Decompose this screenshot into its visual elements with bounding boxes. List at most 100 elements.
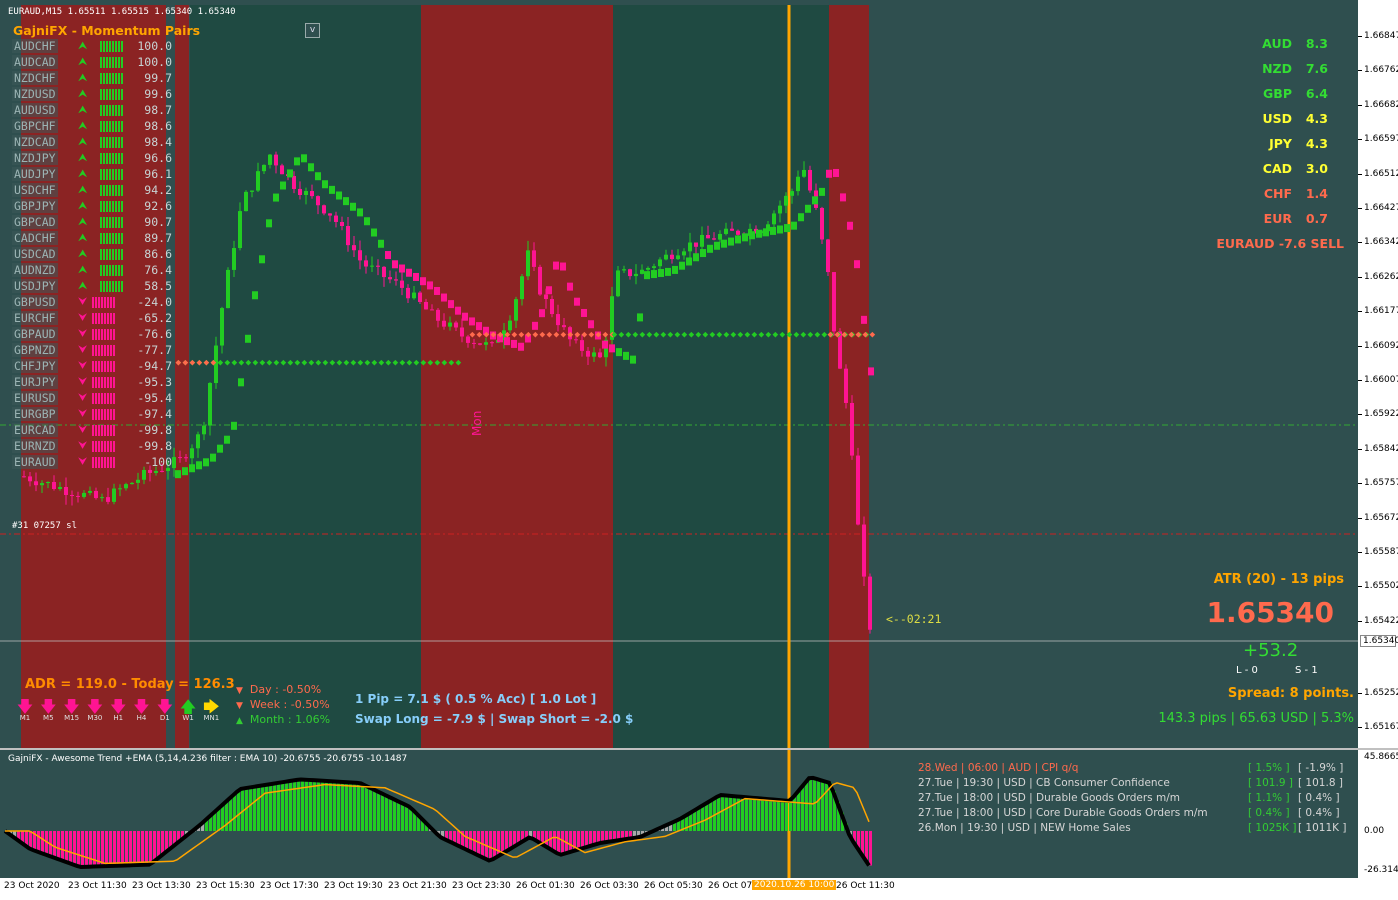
bear-zone <box>829 5 869 749</box>
histogram-bar <box>861 831 864 854</box>
trend-ma-block <box>203 458 209 467</box>
candle-body <box>412 292 416 299</box>
bear-zone <box>175 5 189 749</box>
histogram-bar <box>781 800 784 831</box>
news-row: 27.Tue | 18:00 | USD | Core Durable Good… <box>918 807 1208 819</box>
strength-bars <box>92 313 116 324</box>
strength-bars <box>100 89 124 100</box>
price-tick-mark <box>1358 173 1362 175</box>
pair-name: USDJPY <box>12 279 58 293</box>
trend-ma-block <box>434 286 440 295</box>
price-tick-mark <box>1358 345 1362 347</box>
main-chart[interactable]: EURAUD,M15 1.65511 1.65515 1.65340 1.653… <box>0 0 1398 749</box>
candle-body <box>220 308 224 346</box>
trend-ma-block <box>714 241 720 250</box>
pair-value: 99.6 <box>144 87 172 101</box>
currency-value: 4.3 <box>1305 136 1328 151</box>
trend-ma-block <box>189 464 195 473</box>
news-row: 26.Mon | 19:30 | USD | NEW Home Sales <box>918 822 1131 834</box>
adr-label: ADR = 119.0 - Today = 126.3 <box>25 677 235 692</box>
candle-body <box>172 457 176 469</box>
histogram-bar <box>105 831 108 867</box>
atr-label: ATR (20) - 13 pips <box>1213 572 1344 587</box>
histogram-bar <box>809 778 812 831</box>
histogram-bar <box>697 808 700 831</box>
strength-bars <box>100 105 124 116</box>
candle-body <box>94 490 98 499</box>
histogram-bar <box>321 780 324 831</box>
arrow-down-icon: ⮟ <box>78 327 88 340</box>
trend-ma-block <box>791 221 797 230</box>
candle-body <box>850 402 854 456</box>
histogram-bar <box>729 795 732 831</box>
price-tick: 1.66092 <box>1364 340 1398 351</box>
histogram-bar <box>25 831 28 846</box>
candle-body <box>448 322 452 327</box>
candle-body <box>490 342 494 344</box>
news-currency: USD <box>1003 777 1026 789</box>
candle-body <box>232 248 236 270</box>
candle-body <box>190 448 194 459</box>
candle-body <box>136 479 140 483</box>
currency-code: CHF <box>1263 186 1292 201</box>
histogram-bar <box>789 800 792 831</box>
arrow-up-icon: ⮝ <box>78 183 88 196</box>
news-forecast: [ 0.4% ] <box>1248 807 1290 819</box>
currency-code: GBP <box>1263 86 1292 101</box>
timeframe-indicator: 🡇 M1 <box>15 699 35 723</box>
candle-body <box>658 259 662 267</box>
trend-ma-block <box>294 157 300 166</box>
candle-body <box>472 342 476 344</box>
histogram-bar <box>117 831 120 866</box>
awesome-trend-pane[interactable]: GajniFX - Awesome Trend +EMA (5,14,4.236… <box>0 750 1398 878</box>
price-tick-mark <box>1358 727 1362 728</box>
candle-body <box>466 336 470 343</box>
time-axis[interactable]: 23 Oct 2020 23 Oct 11:30 23 Oct 13:30 23 Oc… <box>0 878 1398 900</box>
candle-body <box>40 483 44 486</box>
price-tick-mark <box>1358 242 1362 244</box>
menu-toggle-button[interactable]: v <box>305 23 320 38</box>
candle-body <box>388 277 392 280</box>
arrow-up-icon: ⮝ <box>78 71 88 84</box>
price-chart-canvas[interactable] <box>0 0 1358 749</box>
pair-row: NZDCHF ⮝ 99.7 <box>12 71 172 86</box>
trend-ma-block <box>819 187 825 196</box>
trend-ma-block <box>812 196 818 205</box>
candle-body <box>58 486 62 490</box>
strength-bars <box>100 217 124 228</box>
pair-value: 96.1 <box>144 167 172 181</box>
bid-price-tag: 1.65340 <box>1360 635 1398 647</box>
trend-ma-block <box>700 249 706 258</box>
pair-row: USDCAD ⮝ 86.6 <box>12 247 172 262</box>
strength-bars <box>100 57 124 68</box>
news-previous: [ 0.4% ] <box>1298 792 1340 804</box>
price-tick-mark <box>1358 414 1362 416</box>
arrow-down-icon: ⮟ <box>78 391 88 404</box>
news-forecast: [ 1.5% ] <box>1248 762 1290 774</box>
strength-bars <box>92 329 116 340</box>
pair-row: USDJPY ⮝ 58.5 <box>12 279 172 294</box>
price-axis[interactable]: 1.66847 1.66762 1.66682 1.66597 1.66512 1.664… <box>1358 0 1398 766</box>
bear-zone <box>421 5 613 749</box>
arrow-down-icon: ⮟ <box>78 423 88 436</box>
candle-body <box>406 287 410 299</box>
time-tick: 26 Oct 05:30 <box>644 881 703 891</box>
trend-ma-block <box>182 467 188 476</box>
histogram-bar <box>493 831 496 860</box>
histogram-bar <box>233 795 236 831</box>
trend-ma-block <box>721 239 727 248</box>
candle-body <box>106 497 110 502</box>
candle-body <box>130 482 134 485</box>
pair-row: EURJPY ⮟ -95.3 <box>12 375 172 390</box>
pair-value: 86.6 <box>144 247 172 261</box>
pair-name: NZDUSD <box>12 87 58 101</box>
sub-axis-top: 45.8665 <box>1364 752 1398 762</box>
strength-bars <box>100 201 124 212</box>
histogram-bar <box>393 798 396 831</box>
arrow-down-icon: 🡇 <box>133 697 150 716</box>
currency-strength-row: NZD 7.6 <box>1256 61 1328 76</box>
candle-body <box>718 233 722 240</box>
trend-ma-block <box>210 453 216 462</box>
candle-body <box>352 245 356 251</box>
trend-ma-block <box>665 267 671 276</box>
